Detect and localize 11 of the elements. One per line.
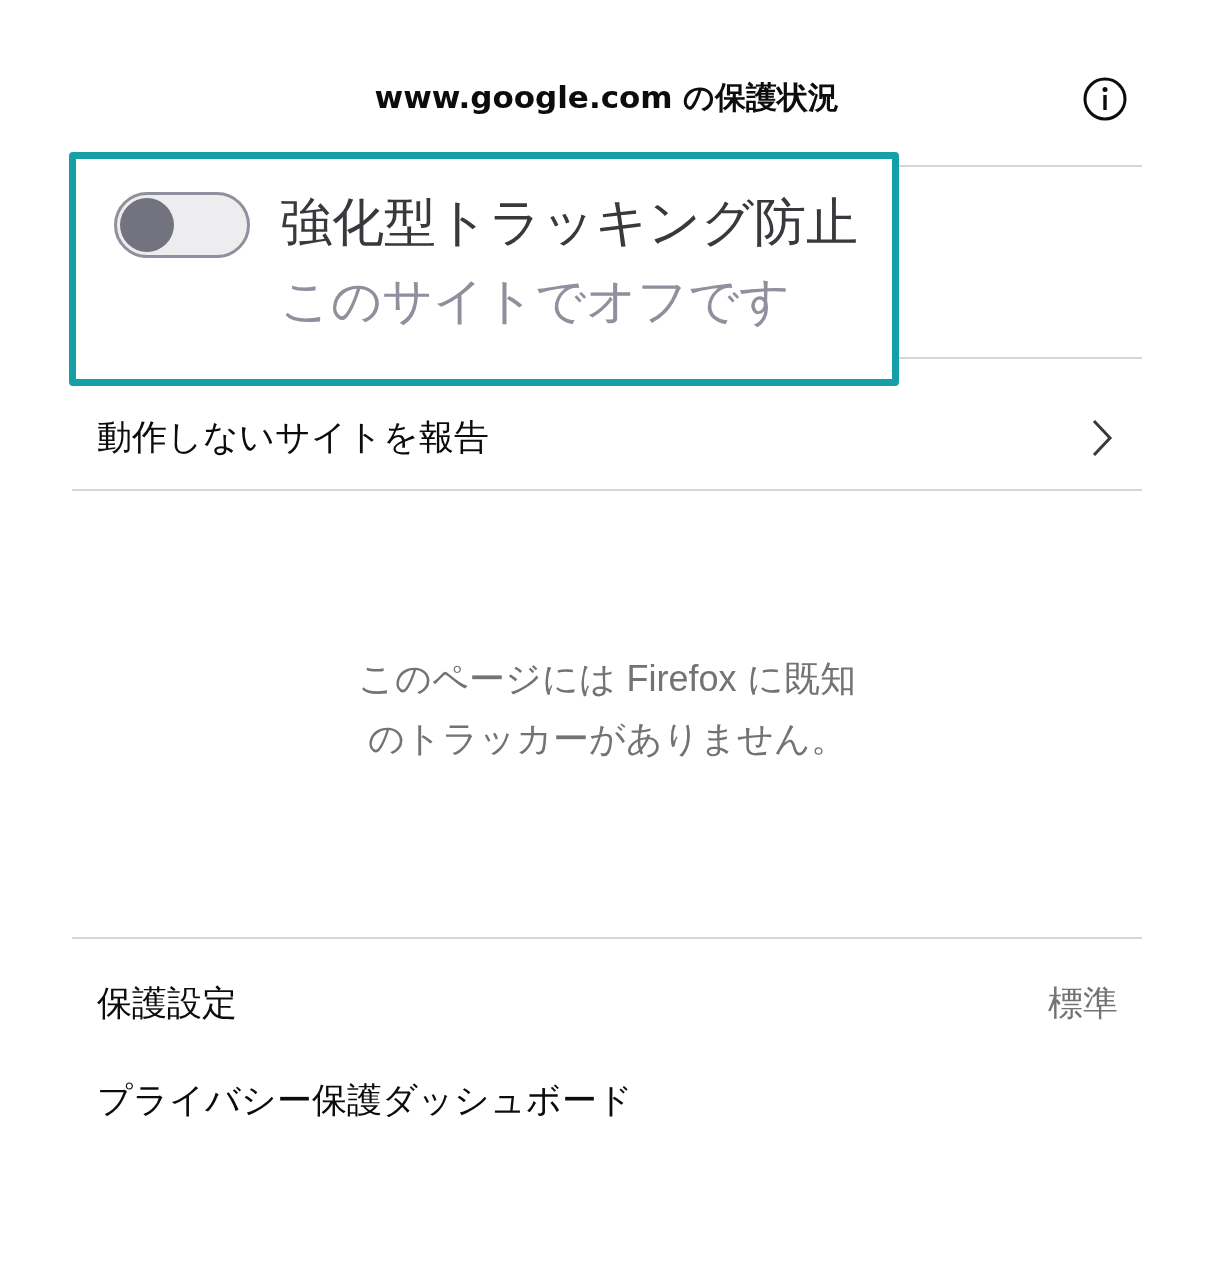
settings-value: 標準 <box>1048 981 1118 1024</box>
toggle-label: 強化型トラッキング防止 <box>280 192 858 253</box>
dashboard-link[interactable]: プライバシー保護ダッシュボード <box>72 1065 633 1135</box>
chevron-right-icon <box>1090 417 1114 458</box>
toggle-knob <box>120 198 174 252</box>
panel-title: www.google.com の保護状況 <box>374 78 840 118</box>
no-trackers-message: このページには Firefox に既知のトラッカーがありません。 <box>357 657 857 761</box>
info-icon[interactable] <box>1082 76 1128 122</box>
toggle-status: このサイトでオフです <box>280 272 791 331</box>
settings-label: 保護設定 <box>97 981 237 1024</box>
report-link[interactable]: 動作しないサイトを報告 <box>72 386 1142 489</box>
